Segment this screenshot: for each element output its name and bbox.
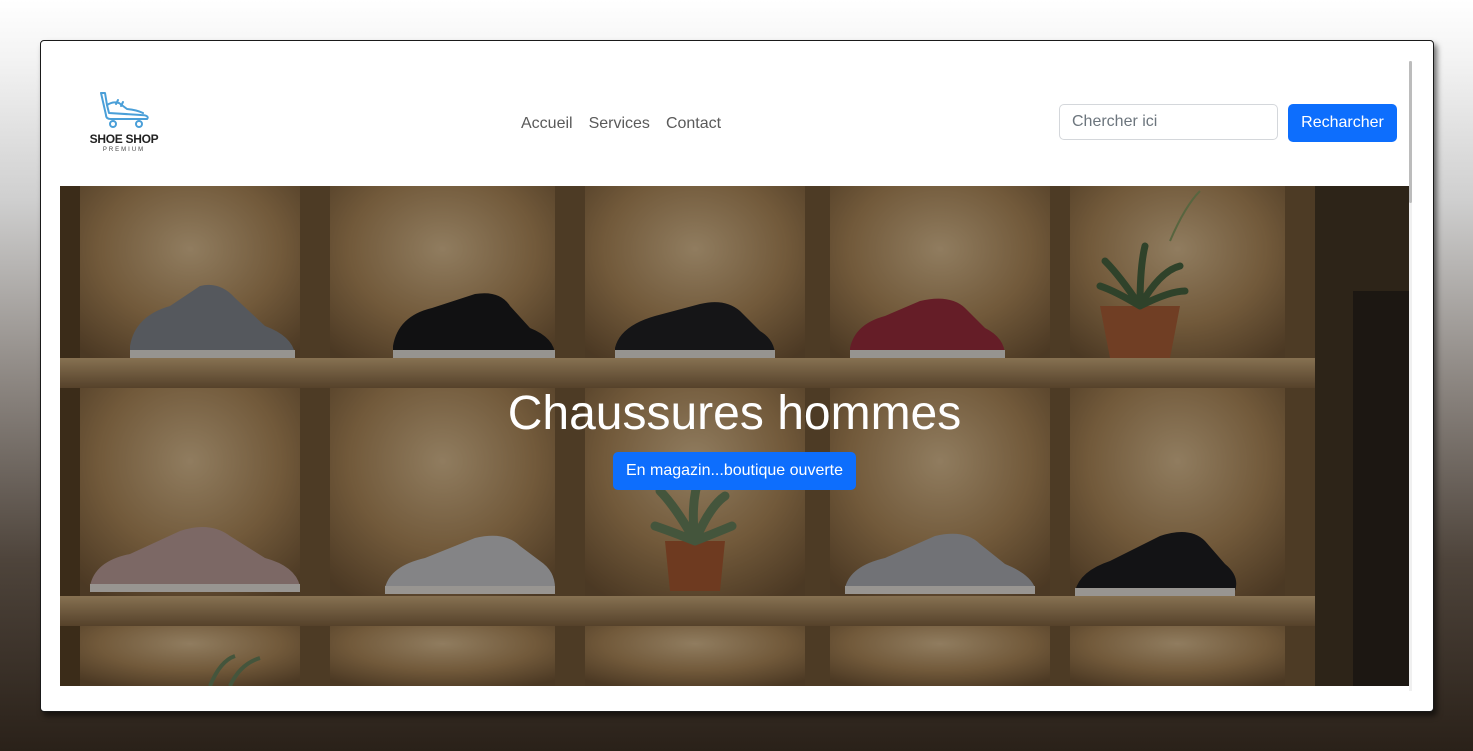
brand-logo[interactable]: SHOE SHOP PREMIUM [85, 91, 163, 157]
brand-tagline: PREMIUM [102, 147, 146, 153]
vertical-scrollbar[interactable] [1409, 61, 1412, 691]
hero-title: Chaussures hommes [507, 387, 962, 440]
store-open-button[interactable]: En magazin...boutique ouverte [613, 452, 856, 490]
nav-link-accueil[interactable]: Accueil [521, 113, 573, 135]
browser-window: SHOE SHOP PREMIUM Accueil Services Conta… [40, 40, 1434, 712]
nav-link-contact[interactable]: Contact [666, 113, 721, 135]
search-input[interactable] [1059, 104, 1278, 140]
brand-name: SHOE SHOP [89, 132, 159, 146]
hero-banner: Chaussures hommes En magazin...boutique … [60, 186, 1409, 686]
scrollbar-thumb[interactable] [1409, 61, 1412, 203]
shoe-icon [100, 92, 149, 128]
search-button[interactable]: Recharcher [1288, 104, 1397, 142]
main-nav: Accueil Services Contact [521, 113, 721, 135]
nav-link-services[interactable]: Services [589, 113, 650, 135]
